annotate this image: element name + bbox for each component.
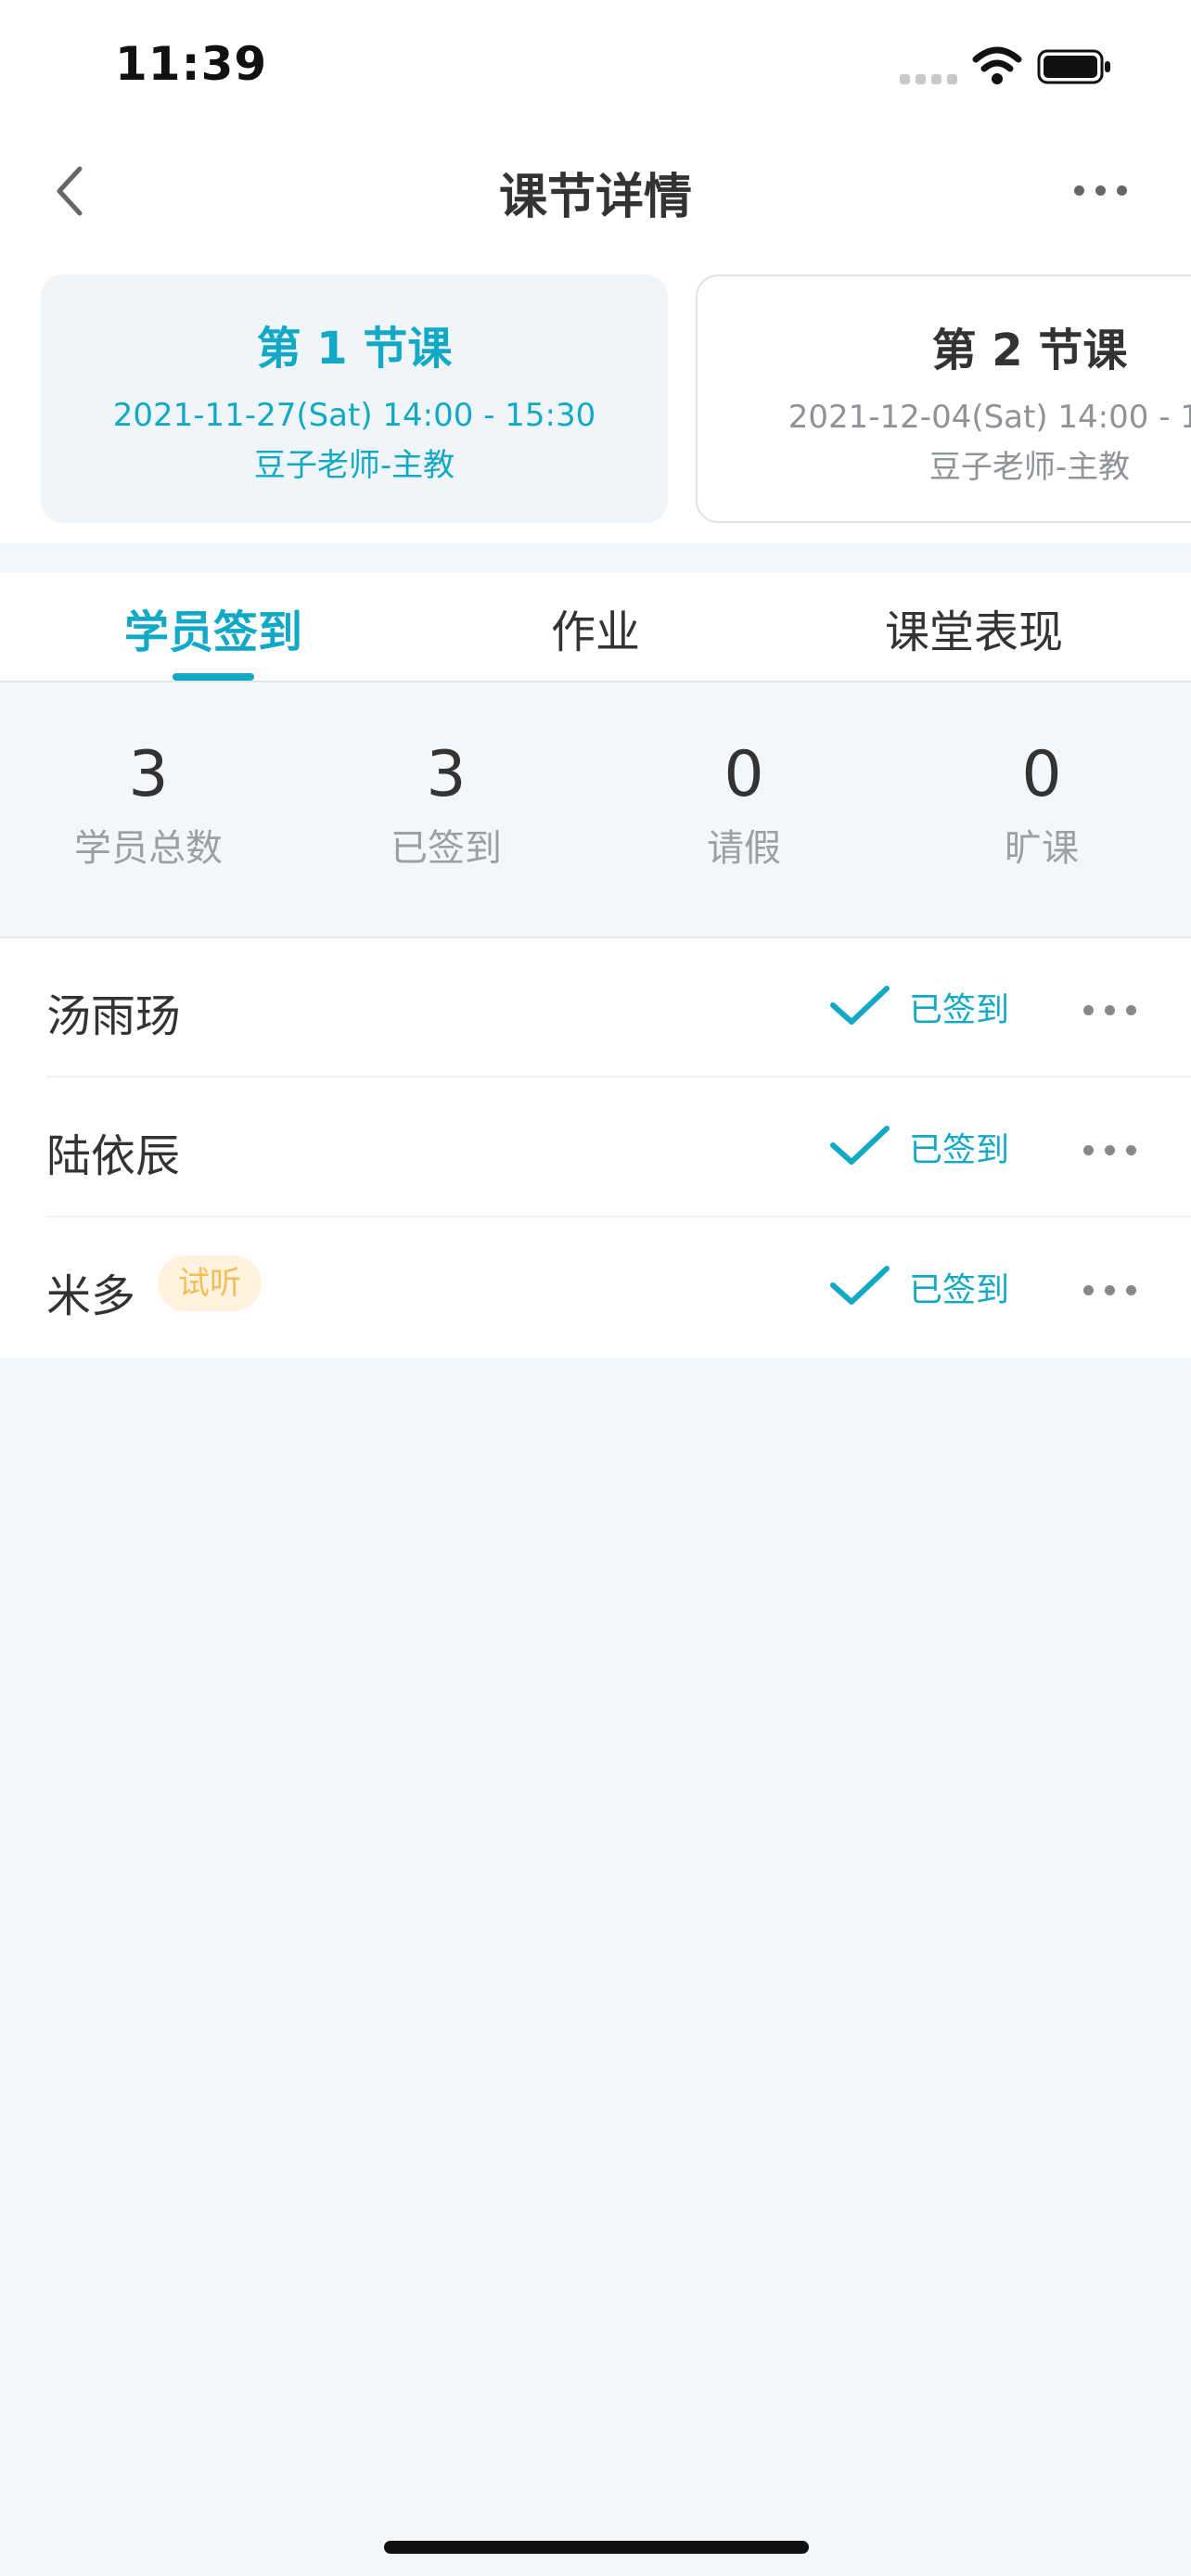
check-icon	[830, 1126, 890, 1165]
list-item[interactable]: 汤雨玚 已签到	[0, 938, 1191, 1078]
stat-checked-in: 3 已签到	[298, 738, 595, 872]
battery-icon	[1037, 49, 1110, 84]
more-options-icon[interactable]	[1074, 185, 1127, 196]
tab-class-performance[interactable]: 课堂表现	[866, 595, 1082, 660]
list-item[interactable]: 米多 试听 已签到	[0, 1218, 1191, 1358]
lesson-teacher: 豆子老师-主教	[928, 449, 1131, 486]
screen: 11:39 课节详情 第 1 节课 2021-11-27(Sat) 14:00 …	[0, 0, 1191, 2576]
student-name: 米多	[46, 1270, 136, 1322]
stat-value: 0	[1021, 738, 1062, 811]
student-list: 汤雨玚 已签到 陆依辰 已签到 米多 试听 已签到	[0, 938, 1191, 1358]
trial-badge: 试听	[158, 1256, 262, 1311]
stat-label: 已签到	[391, 827, 502, 870]
active-tab-indicator	[173, 673, 254, 681]
checkin-status[interactable]: 已签到	[909, 1123, 1009, 1171]
lesson-time: 2021-11-27(Sat) 14:00 - 15:30	[112, 397, 596, 434]
check-icon	[830, 1266, 890, 1305]
attendance-stats: 3 学员总数 3 已签到 0 请假 0 旷课	[0, 682, 1191, 938]
student-name: 汤雨玚	[46, 990, 181, 1042]
divider	[46, 1216, 1191, 1218]
checkin-status[interactable]: 已签到	[909, 1263, 1009, 1311]
stat-value: 0	[724, 738, 764, 811]
stat-leave: 0 请假	[596, 738, 892, 872]
checkin-status[interactable]: 已签到	[909, 983, 1009, 1031]
lesson-card-1[interactable]: 第 1 节课 2021-11-27(Sat) 14:00 - 15:30 豆子老…	[41, 274, 668, 523]
list-item[interactable]: 陆依辰 已签到	[0, 1078, 1191, 1218]
home-indicator[interactable]	[384, 2541, 809, 2554]
stat-label: 请假	[707, 827, 781, 870]
stat-value: 3	[128, 738, 169, 811]
cellular-signal-icon	[900, 74, 959, 85]
lesson-title: 第 1 节课	[256, 323, 453, 375]
student-name: 陆依辰	[46, 1130, 181, 1182]
status-time: 11:39	[115, 37, 268, 91]
tab-bar: 学员签到 作业 课堂表现	[0, 573, 1191, 682]
lesson-teacher: 豆子老师-主教	[253, 447, 455, 484]
tab-homework[interactable]: 作业	[503, 595, 688, 660]
stat-value: 3	[426, 738, 467, 811]
lesson-time: 2021-12-04(Sat) 14:00 - 15:30	[788, 399, 1191, 436]
lesson-card-2[interactable]: 第 2 节课 2021-12-04(Sat) 14:00 - 15:30 豆子老…	[696, 274, 1191, 523]
lesson-title: 第 2 节课	[931, 325, 1128, 376]
stat-label: 旷课	[1005, 827, 1079, 870]
tab-student-checkin[interactable]: 学员签到	[121, 595, 306, 660]
stat-absent: 0 旷课	[893, 738, 1190, 872]
more-options-icon[interactable]	[1083, 1005, 1136, 1015]
section-separator	[0, 543, 1191, 573]
wifi-icon	[972, 46, 1022, 84]
check-icon	[830, 986, 890, 1025]
stat-total-students: 3 学员总数	[0, 738, 297, 872]
page-title: 课节详情	[498, 170, 692, 225]
stat-label: 学员总数	[74, 827, 223, 870]
more-options-icon[interactable]	[1083, 1145, 1136, 1155]
divider	[46, 1076, 1191, 1078]
more-options-icon[interactable]	[1083, 1285, 1136, 1295]
